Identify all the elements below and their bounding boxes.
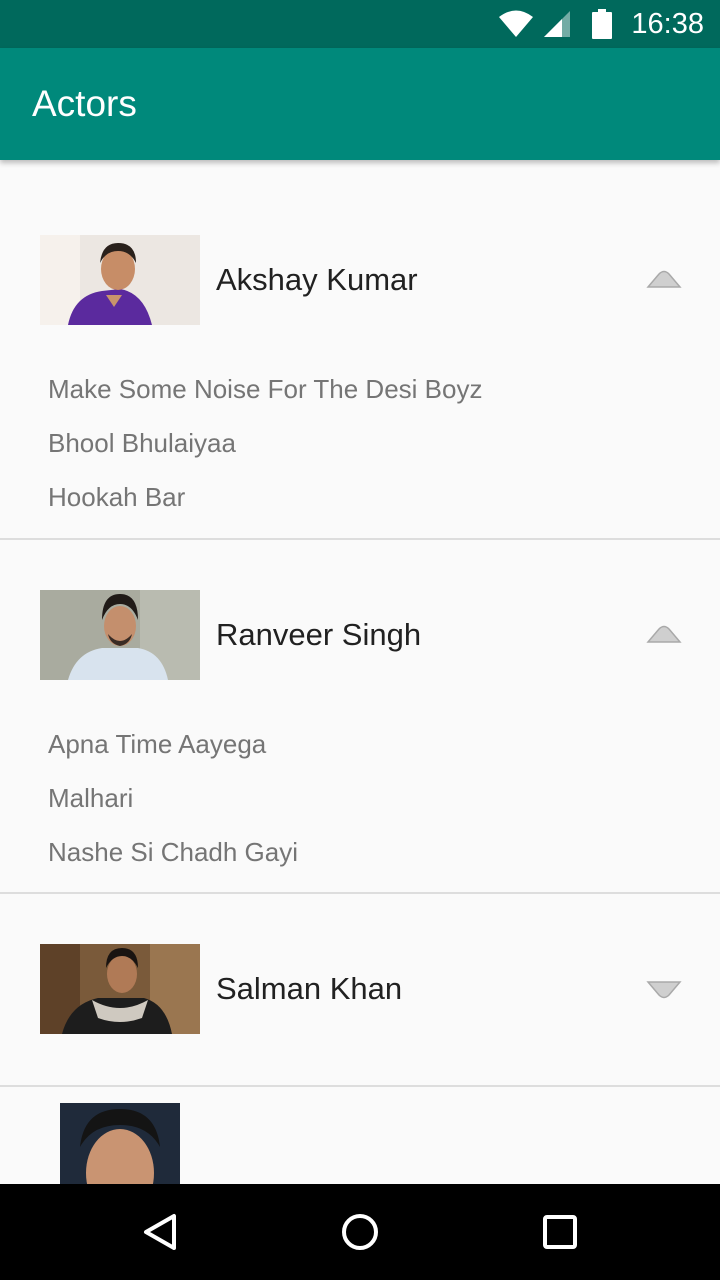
actor-photo	[60, 1103, 180, 1184]
status-bar: 16:38	[0, 0, 720, 48]
actor-header-salman-khan[interactable]: Salman Khan	[0, 944, 720, 1034]
actor-header-akshay-kumar[interactable]: Akshay Kumar	[0, 235, 720, 325]
collapse-indicator-icon[interactable]	[646, 622, 682, 648]
song-list: Make Some Noise For The Desi Boyz Bhool …	[0, 362, 720, 524]
actor-group-partial	[0, 1087, 720, 1184]
actor-group-akshay-kumar: Akshay Kumar Make Some Noise For The Des…	[0, 160, 720, 540]
wifi-icon	[499, 10, 533, 37]
collapse-indicator-icon[interactable]	[646, 267, 682, 293]
recents-icon[interactable]	[536, 1208, 584, 1256]
song-list: Apna Time Aayega Malhari Nashe Si Chadh …	[0, 717, 720, 879]
actor-name: Ranveer Singh	[216, 617, 422, 652]
list-item-song[interactable]: Make Some Noise For The Desi Boyz	[0, 362, 720, 416]
navigation-bar	[0, 1184, 720, 1280]
list-item-song[interactable]: Bhool Bhulaiyaa	[0, 416, 720, 470]
actor-group-ranveer-singh: Ranveer Singh Apna Time Aayega Malhari N…	[0, 540, 720, 894]
back-icon[interactable]	[136, 1208, 184, 1256]
list-item-song[interactable]: Hookah Bar	[0, 470, 720, 524]
actor-list[interactable]: Akshay Kumar Make Some Noise For The Des…	[0, 160, 720, 1184]
battery-icon	[592, 9, 612, 39]
actor-group-salman-khan: Salman Khan	[0, 894, 720, 1087]
app-bar: Actors	[0, 48, 720, 160]
actor-photo	[40, 944, 200, 1034]
actor-name: Salman Khan	[216, 971, 403, 1006]
expand-indicator-icon[interactable]	[646, 976, 682, 1002]
actor-photo	[40, 235, 200, 325]
status-time: 16:38	[631, 8, 704, 40]
actor-name: Akshay Kumar	[216, 262, 418, 297]
actor-header-ranveer-singh[interactable]: Ranveer Singh	[0, 590, 720, 680]
list-item-song[interactable]: Nashe Si Chadh Gayi	[0, 825, 720, 879]
page-title: Actors	[32, 83, 137, 124]
home-icon[interactable]	[336, 1208, 384, 1256]
actor-photo	[40, 590, 200, 680]
list-item-song[interactable]: Malhari	[0, 771, 720, 825]
signal-icon	[544, 11, 570, 37]
actor-header-partial[interactable]	[0, 1103, 720, 1184]
list-item-song[interactable]: Apna Time Aayega	[0, 717, 720, 771]
